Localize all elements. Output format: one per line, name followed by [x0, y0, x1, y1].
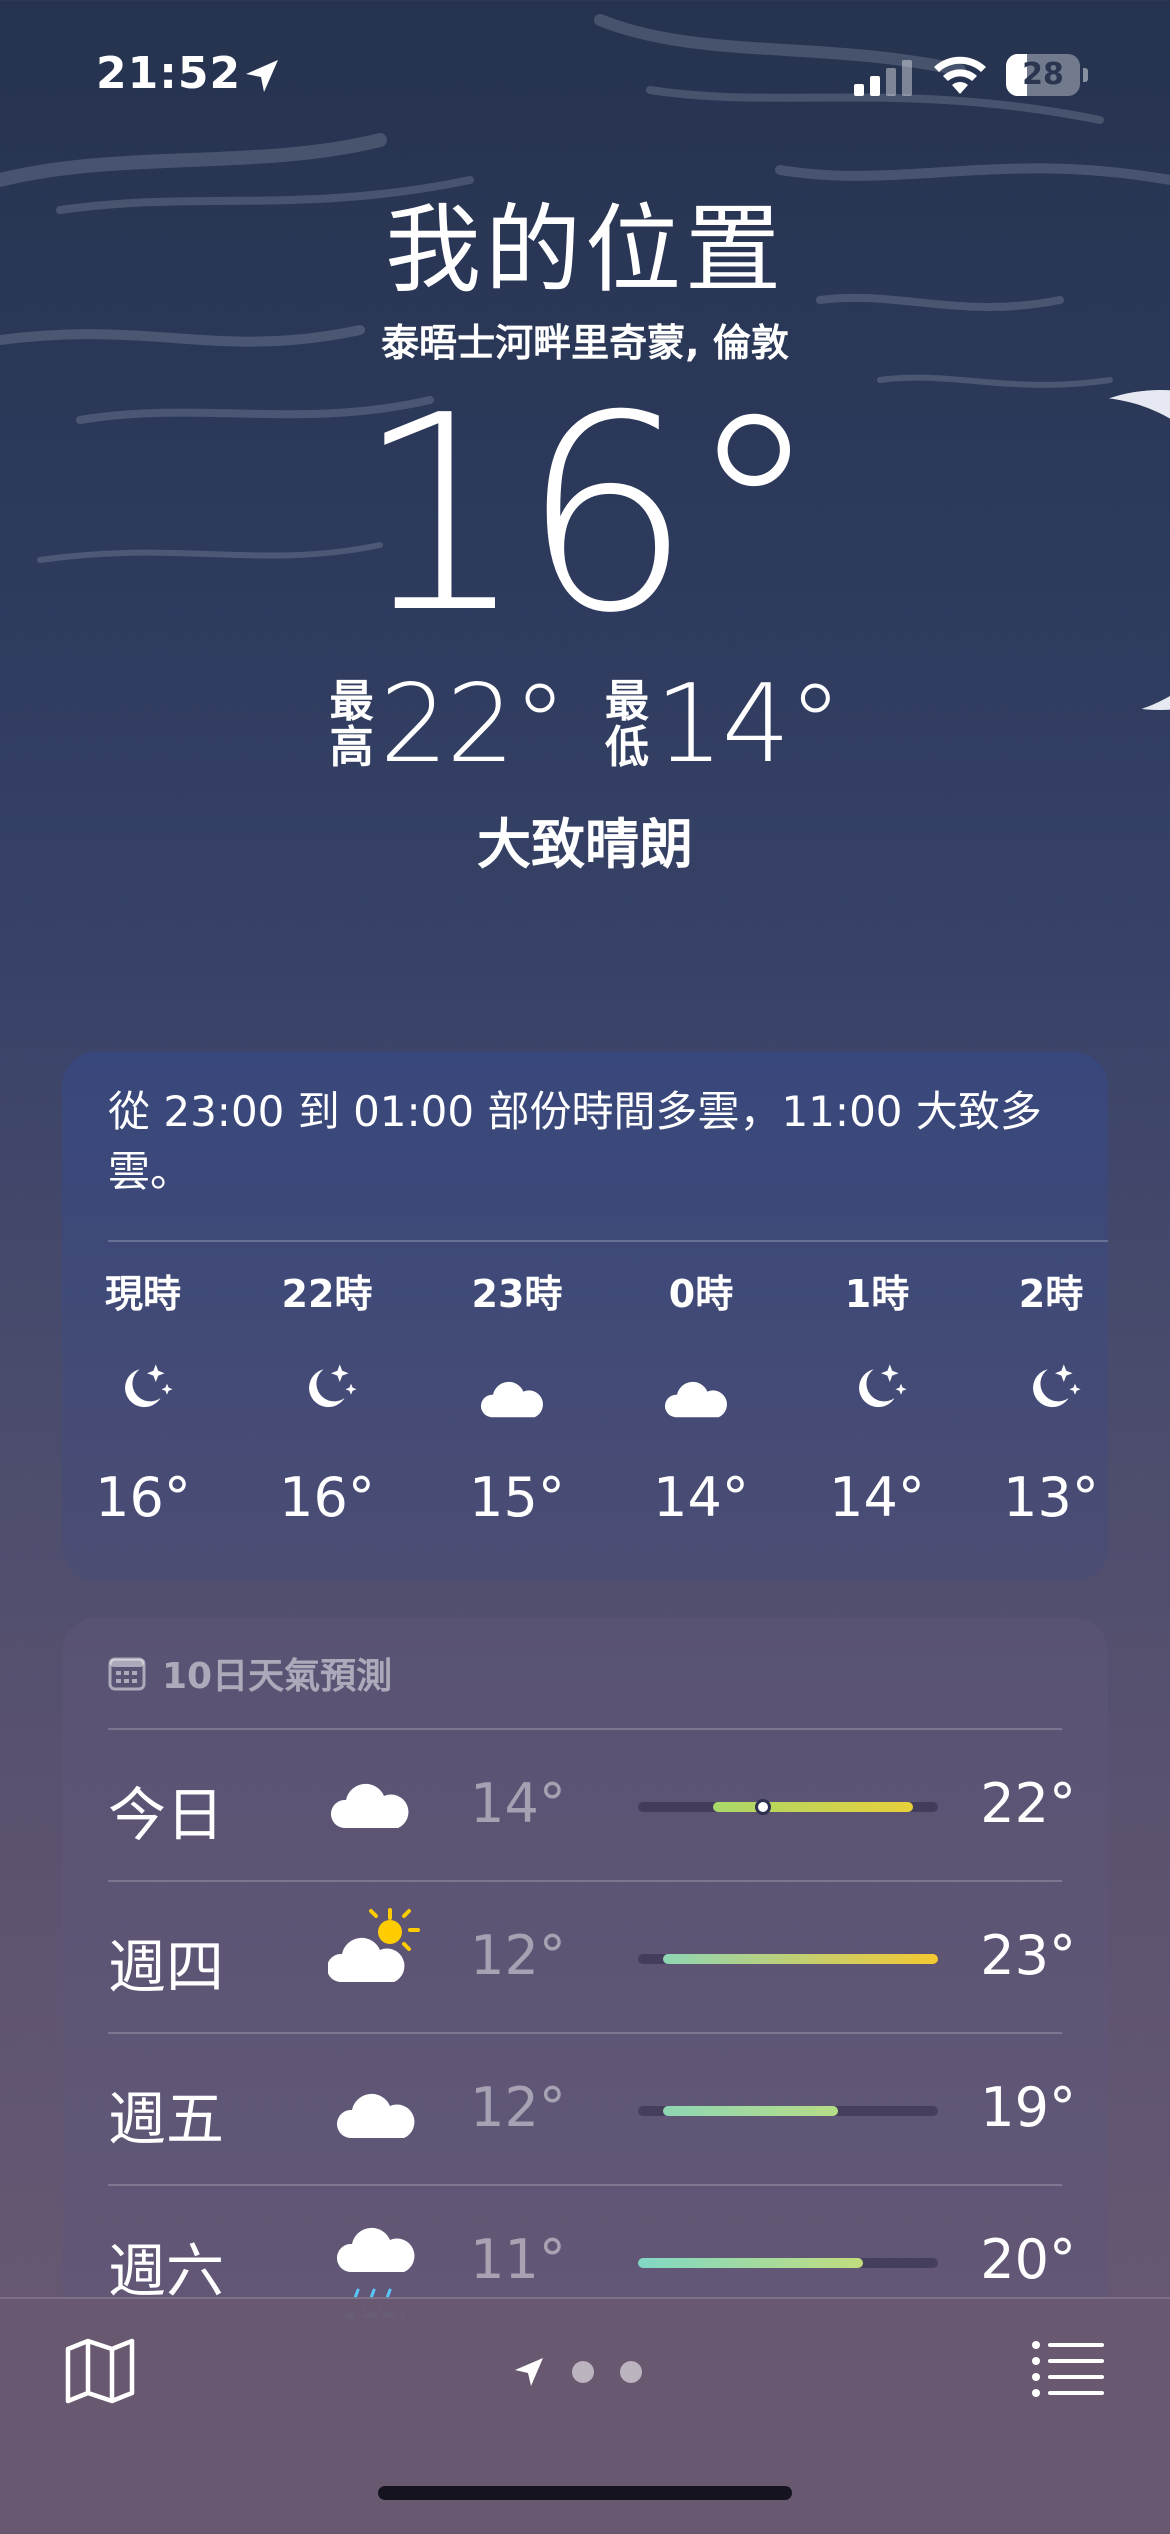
hourly-forecast-card[interactable]: 從 23:00 到 01:00 部份時間多雲，11:00 大致多雲。 現時 16°…: [62, 1052, 1108, 1582]
status-bar: 21:52 28: [0, 0, 1170, 150]
battery-indicator: 28: [1006, 54, 1088, 96]
page-dot[interactable]: [572, 2361, 594, 2383]
high-label: 最 高: [329, 676, 374, 773]
hourly-time: 22時: [281, 1272, 373, 1316]
day-low-temp: 12°: [470, 1924, 566, 1987]
hourly-item: 現時 16°: [68, 1270, 218, 1529]
daily-row[interactable]: 週五 12° 19°: [108, 2032, 1076, 2182]
high-temperature: 22°: [379, 662, 567, 787]
moon-stars-icon: [95, 1358, 191, 1438]
temperature-range-bar: [638, 1799, 938, 1815]
cloud-sun-icon: [326, 1906, 424, 2006]
cloud-moon-icon: [469, 1358, 565, 1438]
day-low-temp: 11°: [470, 2228, 566, 2291]
location-arrow-icon: [246, 60, 278, 92]
hourly-time: 2時: [1018, 1272, 1084, 1316]
hourly-item: 23時 15°: [442, 1270, 592, 1529]
low-label: 最 低: [605, 676, 649, 773]
row-divider: [108, 1880, 1062, 1882]
hourly-item: 1時 14°: [802, 1270, 952, 1529]
wifi-icon: [934, 56, 986, 94]
current-location-page-icon[interactable]: [512, 2355, 546, 2389]
temperature-range-fill: [663, 1954, 938, 1964]
battery-percentage: 28: [1022, 57, 1064, 92]
day-high-temp: 23°: [980, 1924, 1076, 1987]
hourly-time: 0時: [668, 1272, 734, 1316]
cloud-moon-icon: [653, 1358, 749, 1438]
current-temp-marker: [755, 1799, 771, 1815]
hourly-divider: [108, 1240, 1108, 1242]
low-temperature: 14°: [655, 662, 842, 787]
ten-day-header: 10日天氣預測: [108, 1648, 392, 1698]
cloud-icon: [328, 2058, 424, 2158]
temperature-range-bar: [638, 2106, 938, 2116]
ten-day-title: 10日天氣預測: [162, 1656, 393, 1697]
moon-stars-icon: [279, 1358, 375, 1438]
home-indicator: [378, 2486, 792, 2500]
hourly-time: 現時: [104, 1272, 181, 1316]
temperature-range-fill: [663, 2106, 838, 2116]
map-icon[interactable]: [62, 2335, 138, 2405]
daily-row[interactable]: 今日 14° 22°: [108, 1728, 1076, 1878]
calendar-icon: [108, 1657, 146, 1691]
day-name: 週六: [108, 2237, 225, 2305]
hourly-temperature: 16°: [279, 1466, 375, 1529]
row-divider: [108, 2032, 1062, 2034]
cellular-signal-icon: [854, 60, 912, 96]
temperature-range-bar: [638, 2258, 938, 2268]
ten-day-forecast-card[interactable]: 10日天氣預測 今日14°22°週四12°23°週五12°19°週六40%11°…: [62, 1618, 1108, 2318]
list-icon[interactable]: [1030, 2337, 1106, 2401]
day-name: 今日: [108, 1781, 225, 1849]
day-high-temp: 22°: [980, 1772, 1076, 1835]
hourly-temperature: 13°: [1003, 1466, 1099, 1529]
hourly-temperature: 15°: [469, 1466, 565, 1529]
high-low-temperatures: 最 高 22° 最 低 14°: [0, 665, 1170, 785]
moon-stars-icon: [1003, 1358, 1099, 1438]
hourly-item: 0時 14°: [626, 1270, 776, 1529]
hourly-time: 23時: [471, 1272, 563, 1316]
hourly-temperature: 16°: [95, 1466, 191, 1529]
status-time: 21:52: [96, 48, 242, 99]
location-header: 我的位置 泰晤士河畔里奇蒙, 倫敦: [0, 190, 1170, 367]
day-high-temp: 19°: [980, 2076, 1076, 2139]
day-low-temp: 12°: [470, 2076, 566, 2139]
day-low-temp: 14°: [470, 1772, 566, 1835]
day-name: 週五: [108, 2085, 225, 2153]
moon-stars-icon: [829, 1358, 925, 1438]
hourly-item: 2時 13°: [976, 1270, 1126, 1529]
current-condition: 大致晴朗: [477, 813, 693, 876]
location-title: 我的位置: [385, 194, 785, 306]
row-divider: [108, 1728, 1062, 1730]
hourly-summary: 從 23:00 到 01:00 部份時間多雲，11:00 大致多雲。: [108, 1087, 1042, 1196]
cloud-moon-icon: [328, 1754, 424, 1854]
page-dot[interactable]: [620, 2361, 642, 2383]
temperature-range-fill: [713, 1802, 913, 1812]
cloud-rain-icon: [328, 2210, 424, 2311]
temperature-range-bar: [638, 1954, 938, 1964]
daily-row[interactable]: 週四 12° 23°: [108, 1880, 1076, 2030]
hourly-item: 22時 16°: [252, 1270, 402, 1529]
day-name: 週四: [108, 1933, 225, 2001]
page-indicator[interactable]: [512, 2355, 642, 2389]
day-high-temp: 20°: [980, 2228, 1076, 2291]
hourly-temperature: 14°: [829, 1466, 925, 1529]
hourly-temperature: 14°: [653, 1466, 749, 1529]
current-temperature: 16°: [354, 357, 822, 672]
hourly-time: 1時: [844, 1272, 910, 1316]
row-divider: [108, 2184, 1062, 2186]
temperature-range-fill: [638, 2258, 863, 2268]
